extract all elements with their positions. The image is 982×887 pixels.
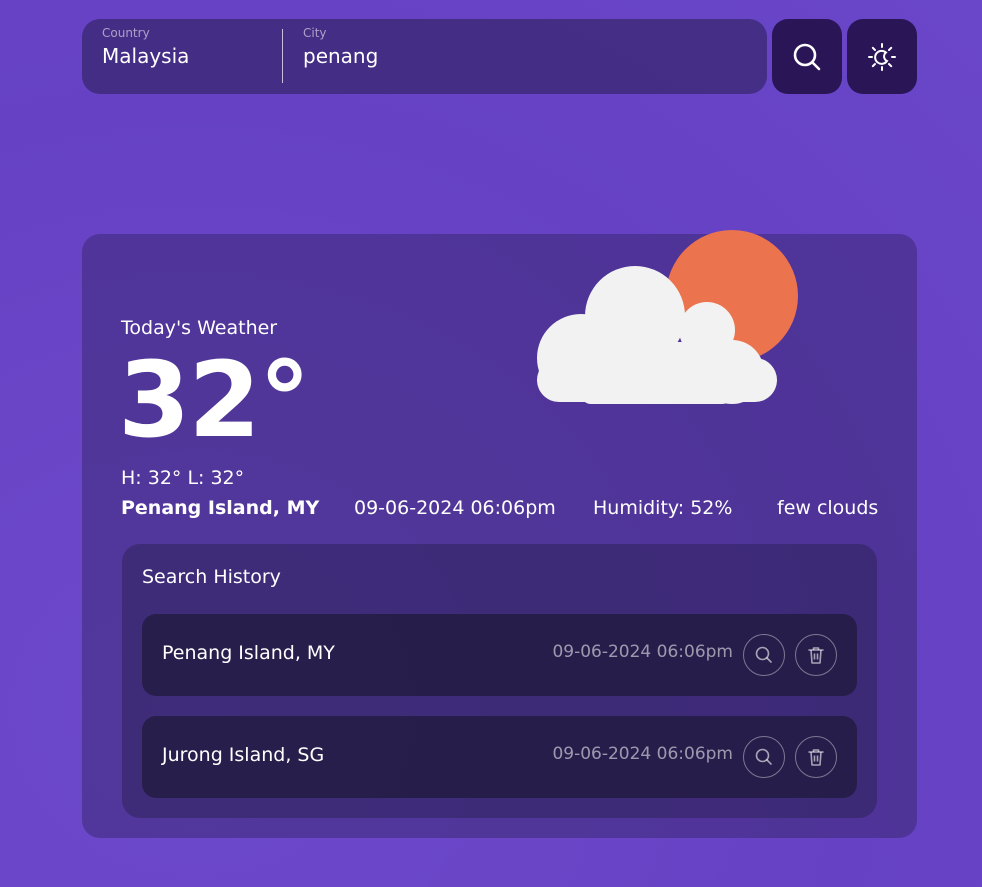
history-delete-button[interactable] — [795, 736, 837, 778]
high-low-temperature: H: 32° L: 32° — [121, 467, 245, 489]
search-icon — [755, 646, 772, 663]
country-input[interactable] — [102, 44, 282, 68]
history-delete-button[interactable] — [795, 634, 837, 676]
history-search-button[interactable] — [743, 634, 785, 676]
weather-description: few clouds — [777, 497, 879, 519]
today-weather-label: Today's Weather — [121, 317, 278, 339]
history-time: 09-06-2024 06:06pm — [552, 744, 733, 764]
trash-icon — [808, 749, 824, 766]
search-icon — [755, 748, 772, 765]
city-label: City — [303, 26, 327, 40]
weather-info-row: Penang Island, MY 09-06-2024 06:06pm Hum… — [121, 497, 881, 523]
cloud-icon — [537, 266, 777, 404]
search-button[interactable] — [772, 19, 842, 94]
location-name: Penang Island, MY — [121, 497, 320, 519]
weather-datetime: 09-06-2024 06:06pm — [354, 497, 556, 519]
search-history-title: Search History — [142, 566, 281, 588]
history-location: Jurong Island, SG — [162, 744, 325, 766]
history-location: Penang Island, MY — [162, 642, 335, 664]
country-field[interactable]: Country — [102, 19, 282, 94]
search-bar: Country City — [82, 19, 767, 94]
temperature: 32° — [118, 339, 311, 461]
humidity: Humidity: 52% — [593, 497, 733, 519]
weather-card: Today's Weather 32° H: 32° L: 32° Penang… — [82, 230, 917, 838]
search-history-panel: Search History Penang Island, MY 09-06-2… — [122, 544, 877, 818]
theme-toggle-button[interactable] — [847, 19, 917, 94]
field-divider — [282, 29, 283, 83]
search-icon — [793, 43, 821, 70]
history-item[interactable]: Penang Island, MY 09-06-2024 06:06pm — [142, 614, 857, 696]
city-field[interactable]: City — [303, 19, 743, 94]
history-item[interactable]: Jurong Island, SG 09-06-2024 06:06pm — [142, 716, 857, 798]
history-time: 09-06-2024 06:06pm — [552, 642, 733, 662]
history-search-button[interactable] — [743, 736, 785, 778]
sun-moon-icon — [868, 42, 896, 71]
city-input[interactable] — [303, 44, 743, 68]
country-label: Country — [102, 26, 150, 40]
trash-icon — [808, 647, 824, 664]
